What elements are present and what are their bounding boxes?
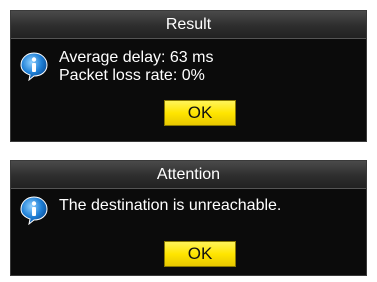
result-dialog: Result Average delay: 63 ms Packet loss … (10, 10, 367, 142)
dialog-title: Result (11, 11, 366, 39)
info-icon (19, 51, 49, 82)
message-text: Average delay: 63 ms Packet loss rate: 0… (59, 49, 213, 85)
ok-button[interactable]: OK (164, 241, 236, 267)
average-delay-text: Average delay: 63 ms (59, 49, 214, 66)
ok-button[interactable]: OK (164, 100, 236, 126)
attention-dialog: Attention The destination is unreachable… (10, 160, 367, 276)
info-icon (19, 195, 49, 226)
packet-loss-text: Packet loss rate: 0% (59, 67, 205, 84)
dialog-title: Attention (11, 161, 366, 189)
message-text: The destination is unreachable. (59, 197, 282, 214)
